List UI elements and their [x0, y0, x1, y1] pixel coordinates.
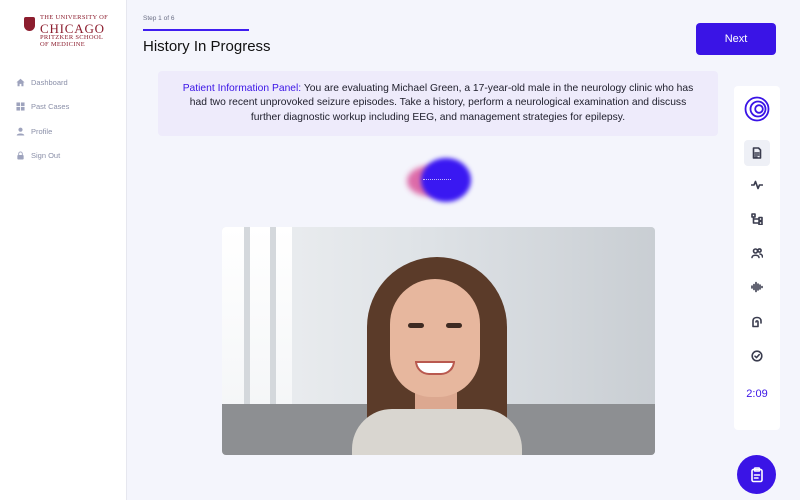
clipboard-button[interactable]	[737, 455, 776, 494]
sidebar-item-sign-out[interactable]: Sign Out	[16, 144, 69, 169]
flow-chart-icon	[751, 213, 763, 225]
page-title: History In Progress	[143, 38, 271, 55]
audio-wave-icon	[751, 281, 763, 293]
sidebar-item-past-cases[interactable]: Past Cases	[16, 95, 69, 120]
workflow-button[interactable]	[744, 206, 770, 232]
info-panel-label: Patient Information Panel:	[182, 82, 302, 94]
logo-line-4: OF MEDICINE	[40, 41, 86, 49]
complete-button[interactable]	[744, 343, 770, 369]
session-timer: 2:09	[746, 388, 768, 400]
sidebar-nav: Dashboard Past Cases Profile Sign Out	[16, 70, 69, 168]
vitals-button[interactable]	[744, 172, 770, 198]
sidebar: THE UNIVERSITY OF CHICAGO PRITZKER SCHOO…	[0, 0, 127, 500]
step-progress-bar	[143, 29, 249, 31]
sidebar-item-dashboard[interactable]: Dashboard	[16, 70, 69, 95]
ai-voice-orb	[405, 157, 471, 203]
users-button[interactable]	[744, 240, 770, 266]
examination-button[interactable]	[744, 309, 770, 335]
sidebar-item-label: Dashboard	[31, 77, 68, 87]
sidebar-item-label: Profile	[31, 126, 53, 136]
right-toolbar: 2:09	[734, 86, 780, 430]
audio-button[interactable]	[744, 274, 770, 300]
user-icon	[16, 127, 25, 136]
home-icon	[16, 78, 25, 87]
grid-icon	[16, 102, 25, 111]
crest-icon	[24, 17, 35, 31]
logo-line-2: CHICAGO	[40, 20, 105, 36]
hand-icon	[752, 316, 762, 328]
sidebar-item-profile[interactable]: Profile	[16, 119, 69, 144]
clipboard-icon	[750, 466, 763, 482]
check-circle-icon	[751, 350, 763, 362]
university-logo[interactable]: THE UNIVERSITY OF CHICAGO PRITZKER SCHOO…	[24, 14, 108, 49]
document-scan-icon	[752, 147, 762, 159]
users-icon	[751, 248, 763, 259]
step-indicator: Step 1 of 6	[143, 15, 175, 22]
patient-information-panel: Patient Information Panel: You are evalu…	[158, 71, 718, 136]
sidebar-item-label: Past Cases	[31, 102, 70, 112]
next-button[interactable]: Next	[696, 23, 776, 55]
sidebar-item-label: Sign Out	[31, 151, 61, 161]
lock-icon	[16, 151, 25, 160]
heart-rate-icon	[751, 180, 763, 190]
document-scan-button[interactable]	[744, 140, 770, 166]
patient-video	[222, 227, 655, 455]
spiral-logo-icon	[744, 96, 770, 122]
